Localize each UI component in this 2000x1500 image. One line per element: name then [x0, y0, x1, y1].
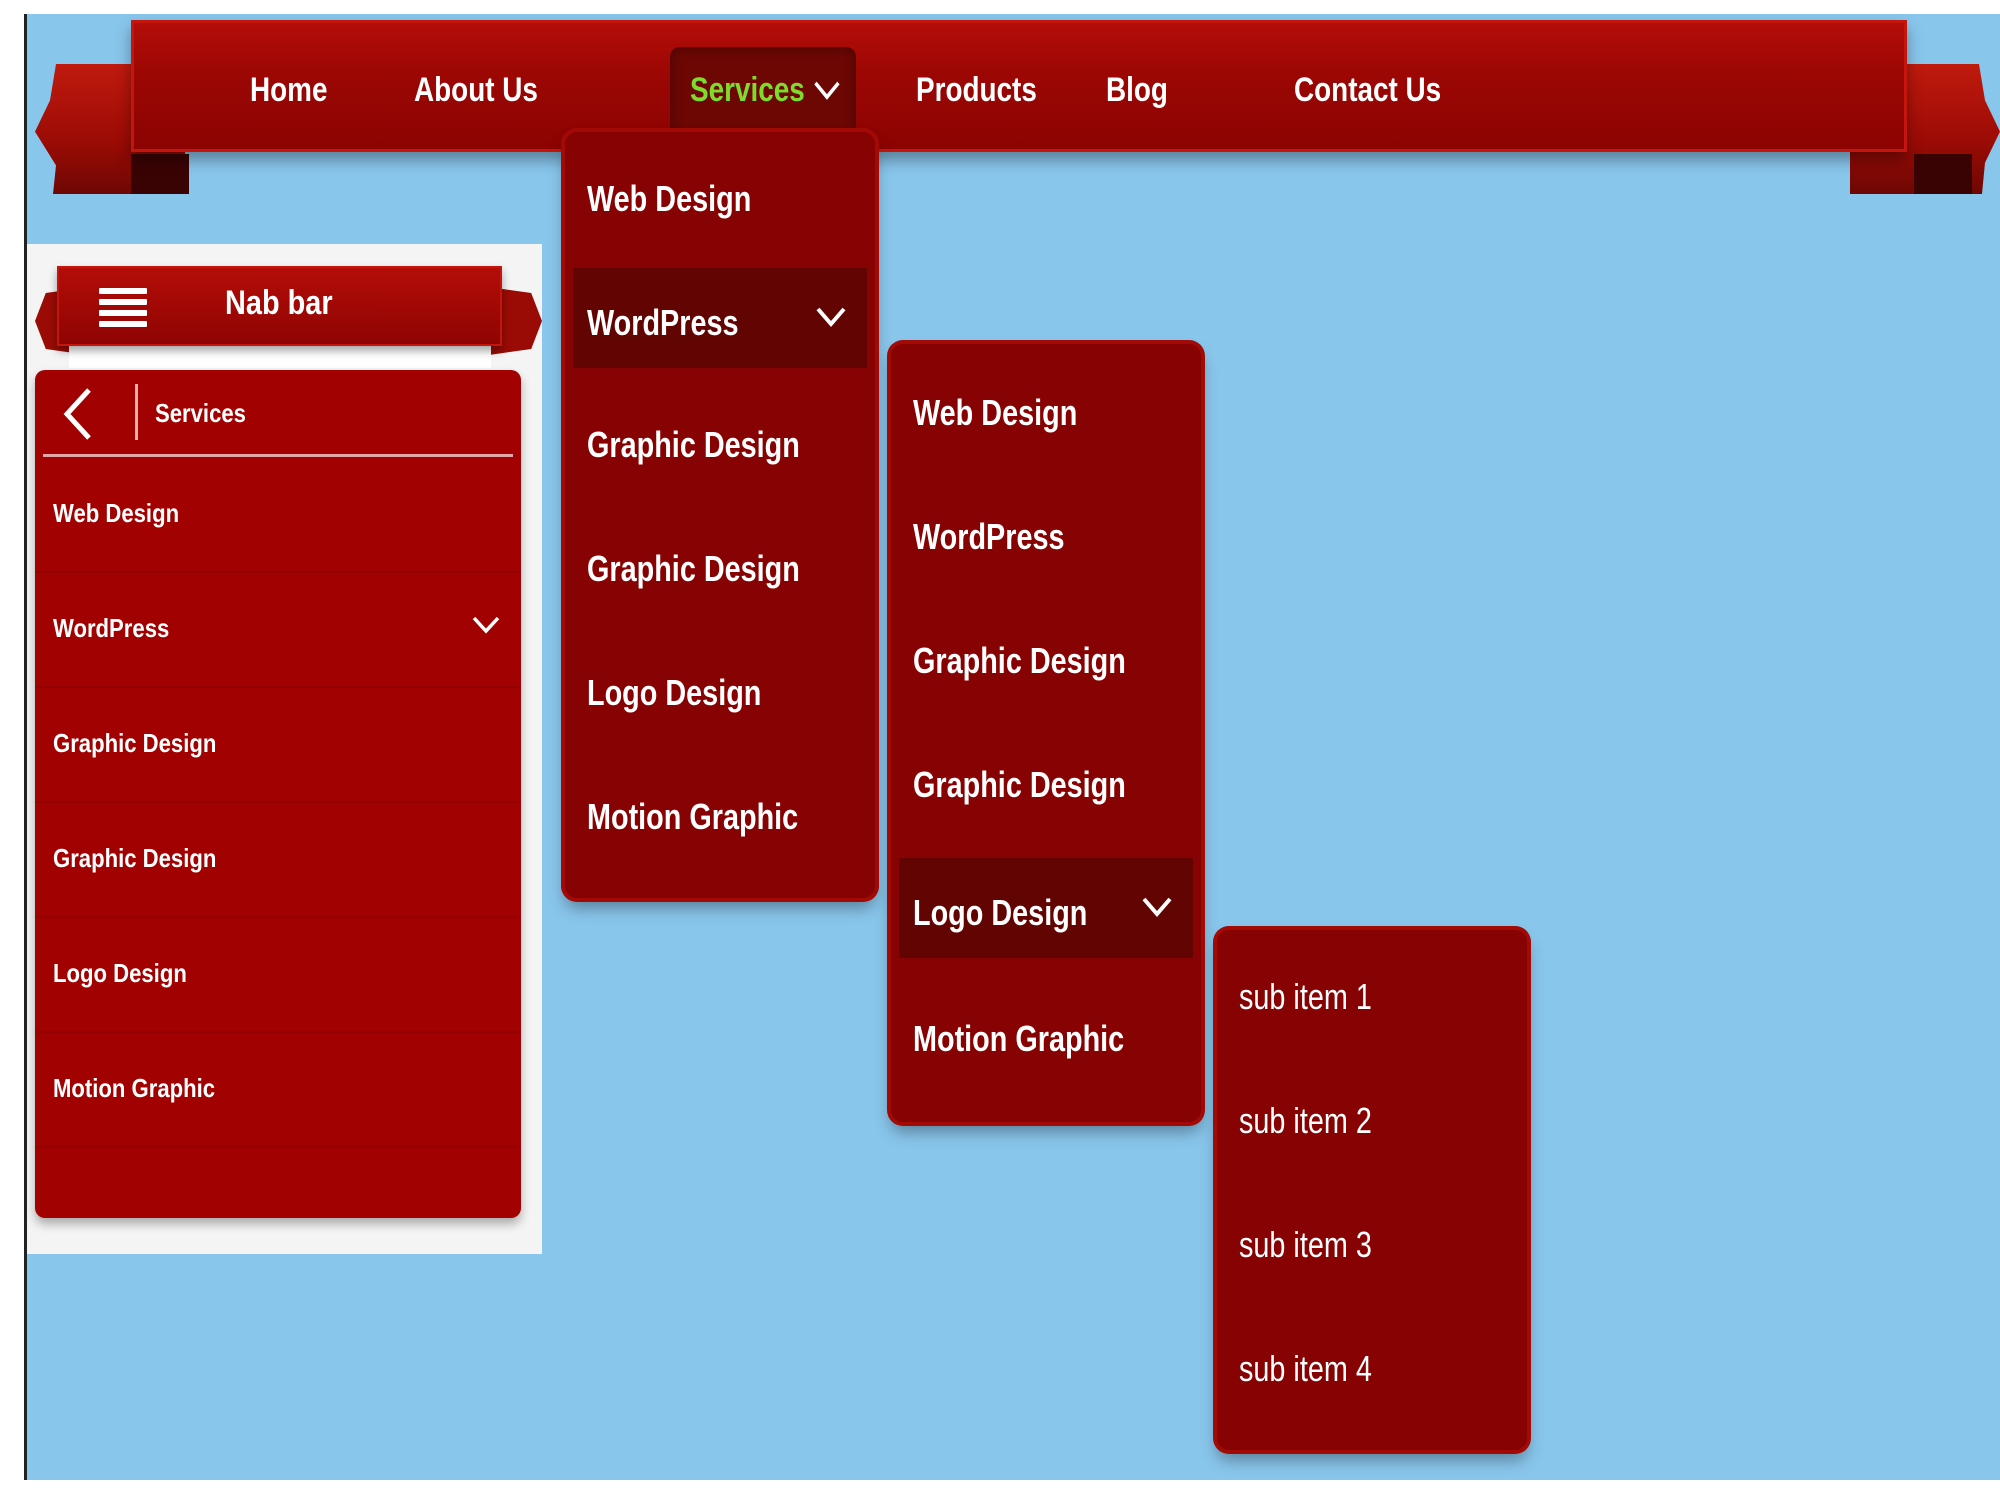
mobile-item-web-design[interactable]: Web Design — [35, 458, 521, 573]
nav-home[interactable]: Home — [250, 71, 327, 121]
chevron-down-icon — [812, 73, 842, 112]
chevron-left-icon[interactable] — [59, 386, 99, 447]
menu-item-label: WordPress — [587, 302, 739, 343]
mobile-panel-header: Services — [35, 370, 521, 454]
mobile-item-graphic-design-2[interactable]: Graphic Design — [35, 803, 521, 918]
mobile-item-label: WordPress — [53, 613, 170, 643]
menu-item-label: Logo Design — [587, 672, 762, 713]
wp-item-motion-graphic[interactable]: Motion Graphic — [891, 984, 1201, 1084]
mobile-item-motion-graphic[interactable]: Motion Graphic — [35, 1033, 521, 1148]
menu-item-label: Graphic Design — [913, 764, 1126, 805]
top-nav-bar: Home About Us Services Products Blog Con… — [131, 20, 1907, 152]
mobile-item-label: Logo Design — [53, 958, 187, 988]
chevron-down-icon — [471, 613, 501, 642]
mobile-services-panel: Services Web Design WordPress Graphic De… — [35, 370, 521, 1218]
wp-item-logo-design[interactable]: Logo Design — [899, 858, 1193, 958]
menu-item-label: Graphic Design — [587, 548, 800, 589]
header-divider — [135, 384, 138, 440]
menu-item-label: sub item 3 — [1239, 1224, 1372, 1265]
services-item-wordpress[interactable]: WordPress — [573, 268, 867, 368]
nav-contact-us[interactable]: Contact Us — [1294, 71, 1441, 121]
sub-item-2[interactable]: sub item 2 — [1217, 1066, 1527, 1166]
menu-item-label: Web Design — [913, 392, 1078, 433]
mobile-item-wordpress[interactable]: WordPress — [35, 573, 521, 688]
menu-item-label: sub item 1 — [1239, 976, 1372, 1017]
chevron-down-icon — [815, 304, 847, 335]
menu-item-label: Graphic Design — [913, 640, 1126, 681]
menu-item-label: Graphic Design — [587, 424, 800, 465]
wordpress-submenu: Web Design WordPress Graphic Design Grap… — [891, 344, 1201, 1122]
mobile-item-label: Graphic Design — [53, 843, 217, 873]
wp-item-wordpress[interactable]: WordPress — [891, 482, 1201, 582]
nav-services[interactable]: Services — [690, 71, 842, 121]
mobile-preview: Nab bar Services Web Design WordPress Gr… — [27, 244, 542, 1254]
mobile-item-logo-design[interactable]: Logo Design — [35, 918, 521, 1033]
ribbon-fold-left — [131, 154, 189, 194]
nav-about-us[interactable]: About Us — [414, 71, 538, 121]
header-underline — [43, 454, 513, 457]
services-dropdown: Web Design WordPress Graphic Design Grap… — [565, 132, 875, 898]
services-item-graphic-design-2[interactable]: Graphic Design — [565, 514, 875, 614]
menu-item-label: Motion Graphic — [587, 796, 799, 837]
nav-blog[interactable]: Blog — [1106, 71, 1168, 121]
ribbon-fold-right — [1914, 154, 1972, 194]
menu-item-label: sub item 4 — [1239, 1348, 1372, 1389]
mobile-item-label: Graphic Design — [53, 728, 217, 758]
nav-services-label: Services — [690, 71, 805, 109]
menu-item-label: Motion Graphic — [913, 1018, 1125, 1059]
mobile-item-label: Motion Graphic — [53, 1073, 216, 1103]
menu-item-label: sub item 2 — [1239, 1100, 1372, 1141]
mobile-ribbon-underside — [69, 346, 491, 368]
sub-item-4[interactable]: sub item 4 — [1217, 1314, 1527, 1414]
services-item-graphic-design[interactable]: Graphic Design — [565, 390, 875, 490]
menu-item-label: WordPress — [913, 516, 1065, 557]
hamburger-icon[interactable] — [99, 288, 147, 332]
logo-design-submenu: sub item 1 sub item 2 sub item 3 sub ite… — [1217, 930, 1527, 1450]
sub-item-3[interactable]: sub item 3 — [1217, 1190, 1527, 1290]
wp-item-graphic-design[interactable]: Graphic Design — [891, 606, 1201, 706]
page-canvas: Home About Us Services Products Blog Con… — [24, 14, 2000, 1480]
wp-item-web-design[interactable]: Web Design — [891, 358, 1201, 458]
mobile-nav-title: Nab bar — [225, 284, 333, 322]
nav-products[interactable]: Products — [916, 71, 1037, 121]
services-item-motion-graphic[interactable]: Motion Graphic — [565, 762, 875, 862]
menu-item-label: Web Design — [587, 178, 752, 219]
mobile-panel-title: Services — [155, 398, 246, 428]
services-item-logo-design[interactable]: Logo Design — [565, 638, 875, 738]
mobile-nav-bar: Nab bar — [57, 266, 502, 346]
sub-item-1[interactable]: sub item 1 — [1217, 942, 1527, 1042]
mobile-item-label: Web Design — [53, 498, 180, 528]
chevron-down-icon — [1141, 894, 1173, 925]
menu-item-label: Logo Design — [913, 892, 1088, 933]
services-item-web-design[interactable]: Web Design — [565, 144, 875, 244]
wp-item-graphic-design-2[interactable]: Graphic Design — [891, 730, 1201, 830]
mobile-item-graphic-design[interactable]: Graphic Design — [35, 688, 521, 803]
